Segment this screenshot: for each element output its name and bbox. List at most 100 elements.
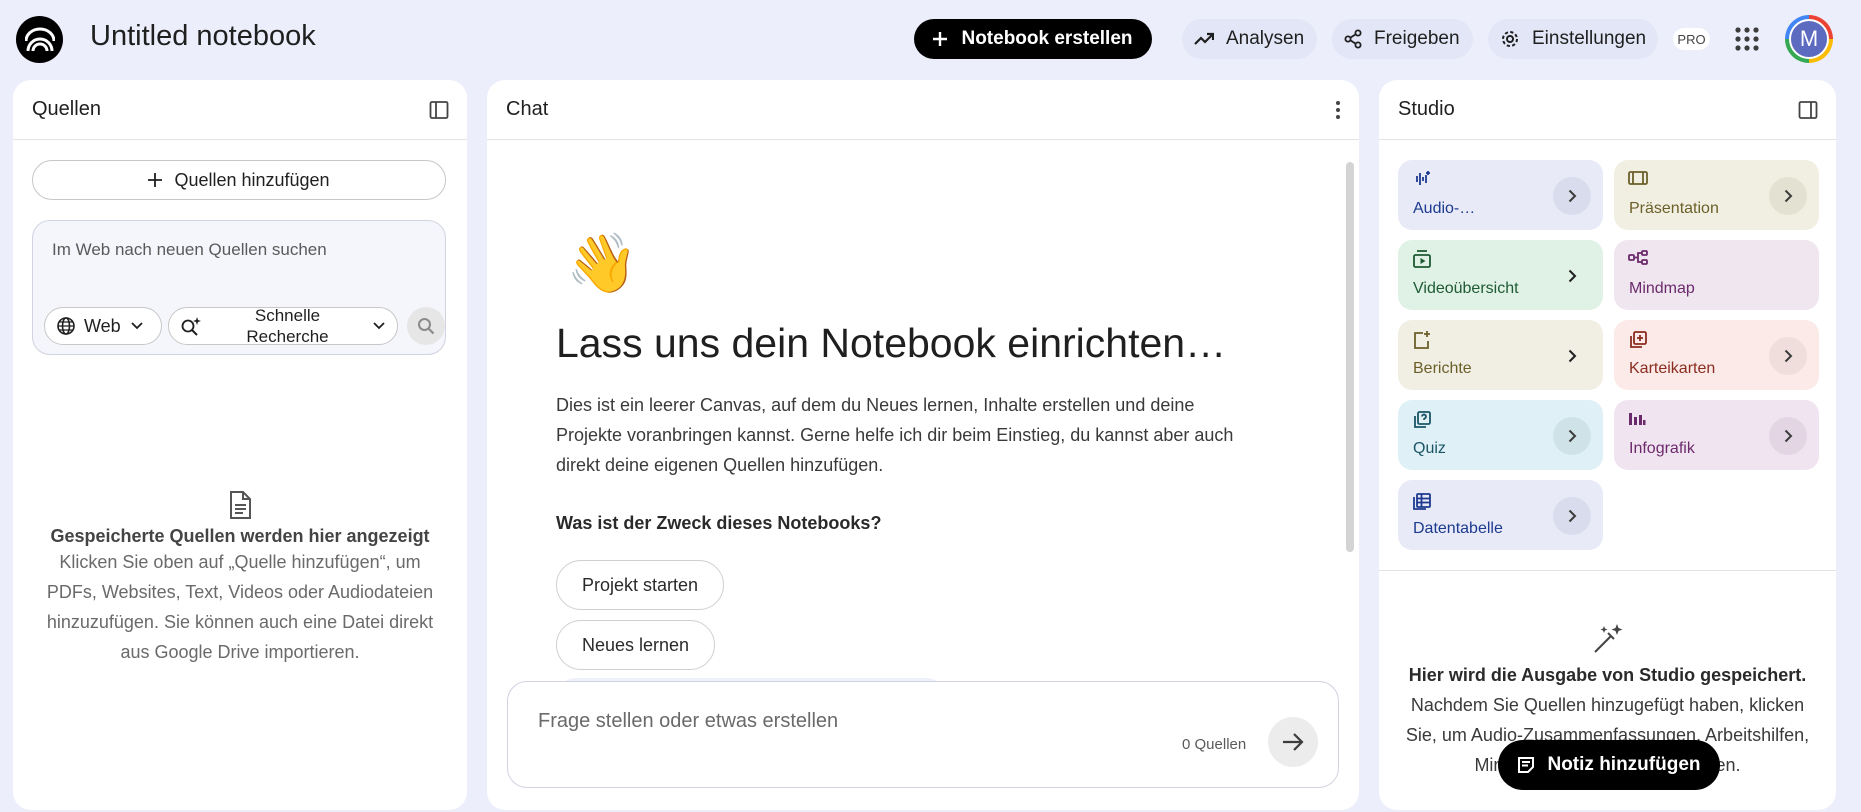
chat-composer: Frage stellen oder etwas erstellen 0 Que…: [507, 681, 1339, 788]
search-submit-button[interactable]: [407, 307, 445, 345]
studio-tile-label: Quiz: [1413, 440, 1446, 457]
chevron-right-icon[interactable]: [1769, 177, 1807, 215]
add-note-button[interactable]: Notiz hinzufügen: [1498, 740, 1720, 790]
chevron-right-icon[interactable]: [1553, 257, 1591, 295]
analytics-label: Analysen: [1226, 28, 1305, 49]
studio-header: Studio: [1379, 80, 1836, 140]
chat-scrollbar-thumb[interactable]: [1346, 162, 1354, 552]
account-avatar[interactable]: M: [1785, 15, 1833, 63]
sources-header: Quellen: [13, 80, 467, 140]
studio-tile-label: Karteikarten: [1629, 360, 1716, 377]
avatar-letter: M: [1789, 19, 1829, 59]
chevron-down-icon: [373, 322, 385, 330]
studio-tile-reports[interactable]: Berichte: [1398, 320, 1603, 390]
sources-panel: Quellen Quellen hinzufügen Im Web nach n…: [13, 80, 467, 810]
report-icon: [1412, 330, 1432, 350]
magic-wand-icon: [1591, 622, 1625, 656]
create-notebook-label: Notebook erstellen: [961, 28, 1133, 49]
share-icon: [1344, 29, 1362, 49]
chat-title: Chat: [506, 98, 549, 120]
research-mode-dropdown[interactable]: Schnelle Recherche: [168, 305, 398, 347]
flashcards-icon: [1628, 330, 1648, 350]
settings-label: Einstellungen: [1532, 28, 1647, 49]
waving-hand-icon: 👋: [566, 231, 639, 296]
chat-heading: Lass uns dein Notebook einrichten…: [556, 320, 1227, 366]
chevron-right-icon[interactable]: [1769, 337, 1807, 375]
sources-empty-text: Klicken Sie oben auf „Quelle hinzufügen“…: [46, 552, 434, 662]
globe-icon: [56, 316, 76, 336]
web-label: Web: [84, 315, 121, 336]
mindmap-icon: [1628, 250, 1648, 266]
add-sources-label: Quellen hinzufügen: [174, 169, 330, 190]
add-sources-button[interactable]: Quellen hinzufügen: [32, 160, 446, 200]
studio-tile-audio[interactable]: Audio-…: [1398, 160, 1603, 230]
studio-tile-mindmap[interactable]: Mindmap: [1614, 240, 1819, 310]
studio-divider: [1379, 570, 1836, 571]
analytics-button[interactable]: Analysen: [1182, 19, 1317, 59]
studio-tile-flashcards[interactable]: Karteikarten: [1614, 320, 1819, 390]
chat-panel: Chat 👋 Lass uns dein Notebook einrichten…: [487, 80, 1359, 810]
research-label-line1: Schnelle: [254, 306, 321, 325]
add-note-label: Notiz hinzufügen: [1547, 754, 1701, 775]
studio-tile-presentation[interactable]: Präsentation: [1614, 160, 1819, 230]
top-bar: Untitled notebook Notebook erstellen Ana…: [0, 0, 1861, 78]
chat-intro-text: Dies ist ein leerer Canvas, auf dem du N…: [556, 395, 1234, 475]
quiz-icon: [1412, 410, 1432, 430]
send-button[interactable]: [1268, 717, 1318, 767]
studio-tile-video[interactable]: Videoübersicht: [1398, 240, 1603, 310]
share-label: Freigeben: [1374, 28, 1460, 49]
studio-tile-data-table[interactable]: Datentabelle: [1398, 480, 1603, 550]
studio-tile-label: Berichte: [1413, 360, 1472, 377]
web-search-box: Im Web nach neuen Quellen suchen Web Sch…: [32, 220, 446, 355]
share-button[interactable]: Freigeben: [1332, 19, 1473, 59]
notebooklm-logo-icon[interactable]: [16, 16, 63, 63]
chevron-right-icon[interactable]: [1553, 497, 1591, 535]
video-icon: [1412, 250, 1432, 268]
sparkle-search-icon: [180, 316, 202, 336]
trending-up-icon: [1194, 32, 1214, 46]
arrow-right-icon: [1282, 733, 1304, 751]
apps-grid-icon[interactable]: [1734, 26, 1760, 52]
web-source-dropdown[interactable]: Web: [44, 307, 162, 345]
studio-tile-infographic[interactable]: Infografik: [1614, 400, 1819, 470]
sources-title: Quellen: [32, 98, 101, 120]
studio-tile-label: Mindmap: [1629, 280, 1695, 297]
plus-icon: [933, 32, 948, 46]
audio-waveform-icon: [1412, 170, 1432, 188]
search-icon: [417, 317, 435, 335]
source-count-label: 0 Quellen: [1182, 736, 1247, 753]
studio-title: Studio: [1398, 98, 1455, 120]
suggestion-start-project[interactable]: Projekt starten: [556, 560, 725, 610]
infographic-icon: [1628, 410, 1646, 426]
research-label-line2: Recherche: [246, 327, 329, 346]
presentation-icon: [1628, 170, 1648, 186]
gear-icon: [1500, 29, 1520, 49]
pro-badge: PRO: [1673, 28, 1710, 50]
note-icon: [1517, 756, 1535, 774]
settings-button[interactable]: Einstellungen: [1488, 19, 1658, 59]
chat-purpose-question: Was ist der Zweck dieses Notebooks?: [556, 513, 882, 533]
web-search-input[interactable]: Im Web nach neuen Quellen suchen: [52, 240, 327, 260]
more-options-icon[interactable]: [1335, 100, 1341, 120]
sources-empty-state: Gespeicherte Quellen werden hier angezei…: [13, 490, 467, 667]
studio-tile-label: Datentabelle: [1413, 520, 1503, 537]
studio-tile-label: Infografik: [1629, 440, 1695, 457]
create-notebook-button[interactable]: Notebook erstellen: [914, 19, 1152, 59]
studio-tile-label: Audio-…: [1413, 200, 1476, 217]
collapse-panel-icon[interactable]: [1798, 100, 1818, 120]
sources-empty-title: Gespeicherte Quellen werden hier angezei…: [50, 526, 430, 546]
chevron-right-icon[interactable]: [1769, 417, 1807, 455]
studio-tile-quiz[interactable]: Quiz: [1398, 400, 1603, 470]
data-table-icon: [1412, 490, 1432, 510]
studio-tile-label: Videoübersicht: [1413, 280, 1519, 297]
suggestion-learn-new[interactable]: Neues lernen: [556, 620, 716, 670]
chevron-right-icon[interactable]: [1553, 417, 1591, 455]
chat-header: Chat: [487, 80, 1359, 140]
collapse-panel-icon[interactable]: [429, 100, 449, 120]
chat-input[interactable]: Frage stellen oder etwas erstellen: [538, 710, 838, 733]
chevron-right-icon[interactable]: [1553, 177, 1591, 215]
research-mode-label: Schnelle Recherche: [202, 305, 373, 347]
chevron-right-icon[interactable]: [1553, 337, 1591, 375]
notebook-title[interactable]: Untitled notebook: [90, 20, 316, 53]
studio-panel: Studio Audio-… Präsentation Videoübersic…: [1379, 80, 1836, 810]
